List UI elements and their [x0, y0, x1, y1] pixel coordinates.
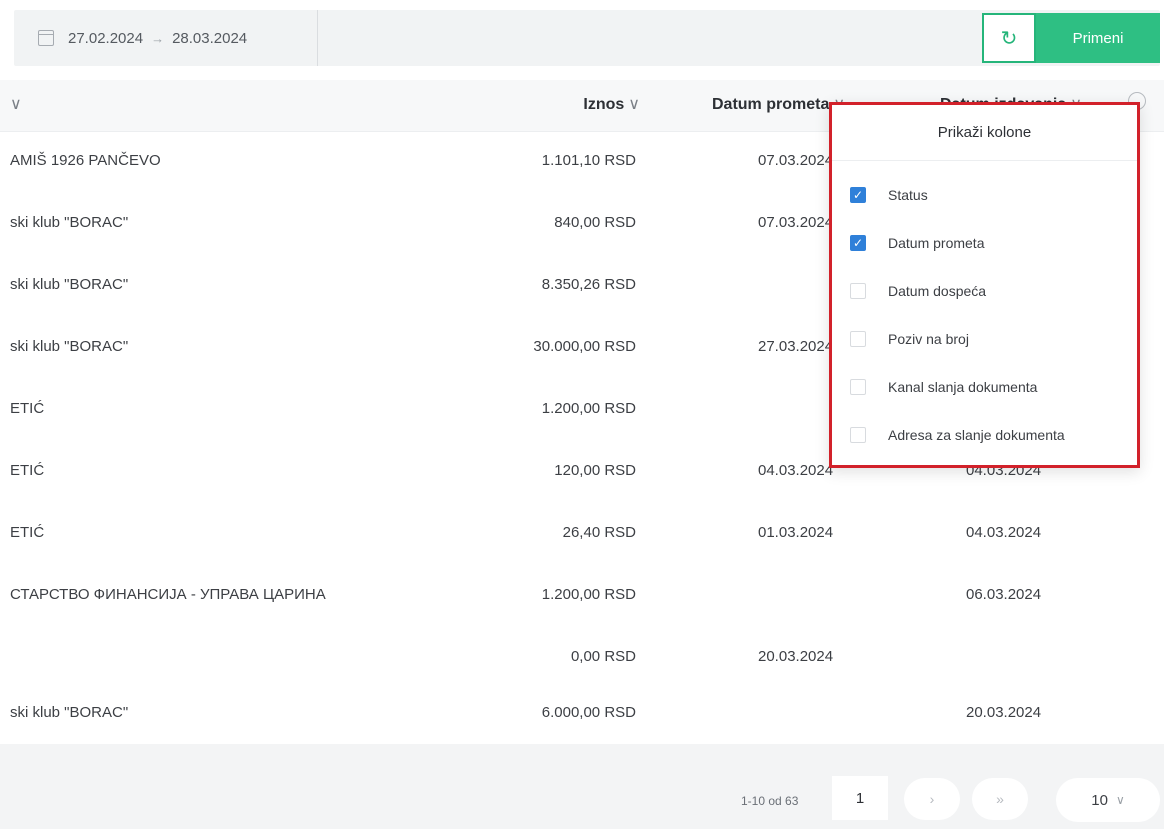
column-option-delivery-channel[interactable]: Kanal slanja dokumenta [850, 379, 1037, 395]
pagination-range: 1-10 od 63 [741, 794, 799, 808]
column-option-label: Datum dospeća [888, 283, 987, 299]
cell-amount: 8.350,26 RSD [541, 276, 636, 293]
page-size-select[interactable]: 10 ∨ [1056, 778, 1160, 822]
header-amount[interactable]: Iznos ∨ [583, 94, 640, 114]
next-page-button[interactable]: › [904, 778, 960, 820]
calendar-icon [38, 30, 54, 46]
cell-turnover-date: 04.03.2024 [758, 462, 834, 479]
checkbox-unchecked[interactable] [850, 331, 866, 347]
header-turnover-date-label: Datum prometa [712, 96, 830, 113]
refresh-icon: ↻ [1000, 27, 1018, 50]
page-size-value: 10 [1091, 791, 1108, 809]
cell-name: AMIŠ 1926 PANČEVO [10, 152, 161, 169]
checkbox-checked[interactable]: ✓ [850, 187, 866, 203]
apply-button[interactable]: Primeni [1036, 13, 1160, 63]
cell-name: СТАРСТВО ФИНАНСИЈА - УПРАВА ЦАРИНА [10, 586, 326, 603]
header-turnover-date[interactable]: Datum prometa∨ [712, 94, 845, 114]
cell-name: ski klub "BORAC" [10, 276, 129, 293]
cell-issue-date: 20.03.2024 [966, 704, 1042, 721]
cell-issue-date: 06.03.2024 [966, 586, 1042, 603]
double-chevron-right-icon: » [996, 791, 1004, 807]
cell-amount: 0,00 RSD [570, 648, 636, 665]
column-option-delivery-address[interactable]: Adresa za slanje dokumenta [850, 427, 1065, 443]
checkbox-unchecked[interactable] [850, 427, 866, 443]
column-option-reference-number[interactable]: Poziv na broj [850, 331, 969, 347]
first-column-sort[interactable]: ∨ [10, 94, 22, 114]
chevron-right-icon: › [929, 791, 935, 807]
cell-amount: 6.000,00 RSD [541, 704, 636, 721]
filter-toolbar: 27.02.2024 → 28.03.2024 ↻ Primeni [14, 10, 1160, 66]
cell-turnover-date: 07.03.2024 [758, 152, 834, 169]
cell-turnover-date: 07.03.2024 [758, 214, 834, 231]
column-option-label: Adresa za slanje dokumenta [888, 427, 1065, 443]
column-option-turnover-date[interactable]: ✓ Datum prometa [850, 235, 984, 251]
column-chooser-popup: Prikaži kolone ✓ Status ✓ Datum prometa … [829, 102, 1140, 468]
cell-amount: 1.101,10 RSD [541, 152, 636, 169]
checkbox-unchecked[interactable] [850, 379, 866, 395]
table-row[interactable]: ski klub "BORAC" 6.000,00 RSD 20.03.2024 [0, 684, 1164, 746]
column-option-label: Status [888, 187, 928, 203]
cell-amount: 120,00 RSD [554, 462, 636, 479]
table-row[interactable]: ETIĆ 26,40 RSD 01.03.2024 04.03.2024 [0, 504, 1164, 566]
header-amount-label: Iznos [583, 96, 625, 113]
chevron-down-icon: ∨ [10, 96, 22, 113]
cell-name: ETIĆ [10, 400, 45, 417]
cell-turnover-date: 27.03.2024 [758, 338, 834, 355]
cell-name: ski klub "BORAC" [10, 338, 129, 355]
cell-amount: 1.200,00 RSD [541, 586, 636, 603]
column-option-label: Poziv na broj [888, 331, 969, 347]
column-option-label: Datum prometa [888, 235, 985, 251]
arrow-right-icon: → [151, 30, 165, 46]
cell-amount: 26,40 RSD [562, 524, 636, 541]
cell-issue-date: 04.03.2024 [966, 524, 1042, 541]
last-page-button[interactable]: » [972, 778, 1028, 820]
check-icon: ✓ [852, 236, 864, 250]
cell-amount: 840,00 RSD [554, 214, 636, 231]
popup-title: Prikaži kolone [832, 105, 1137, 161]
table-row[interactable]: СТАРСТВО ФИНАНСИЈА - УПРАВА ЦАРИНА 1.200… [0, 566, 1164, 628]
pagination-bar: 1-10 od 63 1 › » 10 ∨ [0, 744, 1164, 829]
cell-name: ETIĆ [10, 462, 45, 479]
cell-name: ETIĆ [10, 524, 45, 541]
date-range-picker[interactable]: 27.02.2024 → 28.03.2024 [14, 10, 318, 66]
check-icon: ✓ [852, 188, 864, 202]
chevron-down-icon: ∨ [628, 96, 640, 113]
cell-name: ski klub "BORAC" [10, 214, 129, 231]
column-option-status[interactable]: ✓ Status [850, 187, 928, 203]
current-page-input[interactable]: 1 [832, 776, 888, 820]
table-row[interactable]: 0,00 RSD 20.03.2024 [0, 628, 1164, 690]
date-to: 28.03.2024 [172, 29, 248, 47]
column-option-due-date[interactable]: Datum dospeća [850, 283, 986, 299]
column-option-label: Kanal slanja dokumenta [888, 379, 1038, 395]
cell-turnover-date: 01.03.2024 [758, 524, 834, 541]
checkbox-checked[interactable]: ✓ [850, 235, 866, 251]
cell-amount: 1.200,00 RSD [541, 400, 636, 417]
refresh-button[interactable]: ↻ [982, 13, 1036, 63]
cell-name: ski klub "BORAC" [10, 704, 129, 721]
checkbox-unchecked[interactable] [850, 283, 866, 299]
chevron-down-icon: ∨ [1115, 793, 1125, 807]
cell-amount: 30.000,00 RSD [533, 338, 636, 355]
cell-turnover-date: 20.03.2024 [758, 648, 834, 665]
date-from: 27.02.2024 [68, 29, 144, 47]
